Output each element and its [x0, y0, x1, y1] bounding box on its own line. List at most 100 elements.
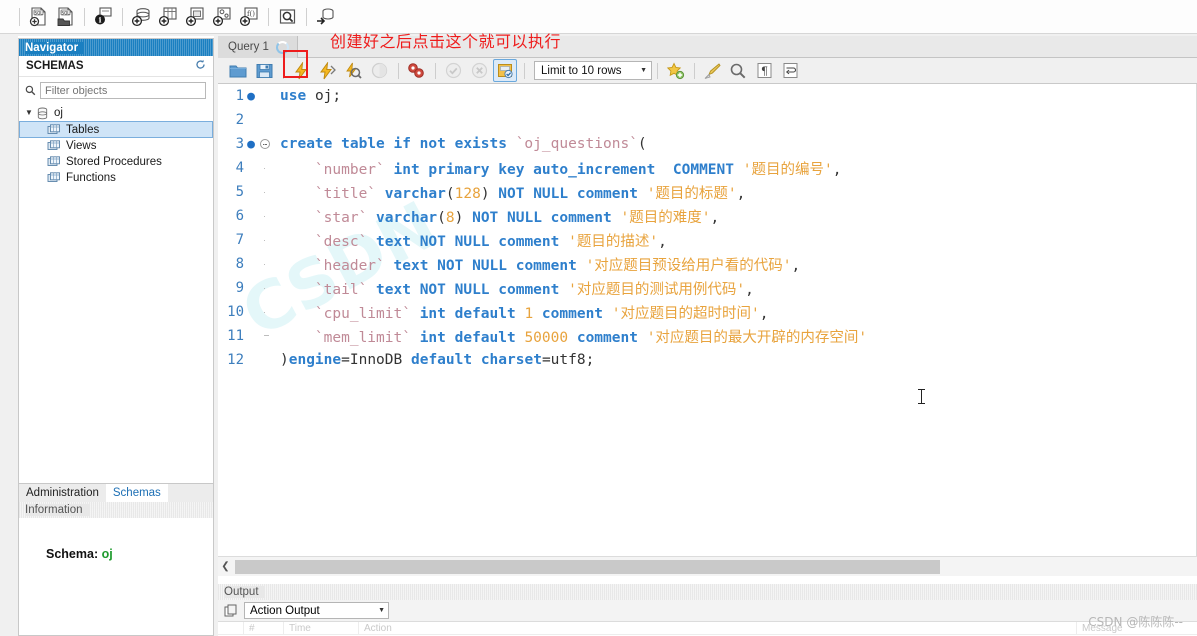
information-panel: Information Schema: oj [18, 502, 214, 636]
code-text: `tail` text NOT NULL comment '对应题目的测试用例代… [274, 278, 754, 299]
find-replace-icon[interactable] [726, 60, 750, 81]
beautify-query-icon[interactable] [700, 60, 724, 81]
refresh-icon[interactable] [195, 59, 206, 73]
scrollbar-thumb[interactable] [235, 559, 940, 574]
stop-execution-icon[interactable] [367, 60, 391, 81]
tab-administration[interactable]: Administration [19, 484, 106, 502]
schema-info-label: Schema: [46, 547, 99, 561]
chevron-down-icon[interactable]: ▼ [25, 109, 36, 117]
code-token: '对应题目的超时时间' [611, 305, 760, 322]
save-script-icon[interactable] [252, 60, 276, 81]
code-token: ) [454, 209, 473, 226]
toolbar-separator [524, 62, 525, 79]
code-line: 7 `desc` text NOT NULL comment '题目的描述', [218, 228, 1196, 252]
annotation-highlight-box [283, 50, 308, 78]
explain-query-icon[interactable] [341, 60, 365, 81]
filter-objects-input[interactable] [40, 82, 206, 99]
text-cursor [918, 389, 925, 404]
code-text: `mem_limit` int default 50000 comment '对… [274, 326, 867, 347]
new-sql-tab-icon[interactable]: SQL [25, 4, 51, 30]
code-token: '题目的描述' [568, 233, 659, 250]
navigator-bottom-tabs: Administration Schemas [18, 484, 214, 502]
tree-node-stored-procedures[interactable]: Stored Procedures [19, 154, 213, 170]
tree-node-views[interactable]: Views [19, 138, 213, 154]
tree-node-schema-oj[interactable]: ▼ oj [19, 105, 213, 121]
code-token: ( [637, 136, 647, 152]
commit-transaction-icon[interactable] [441, 60, 465, 81]
output-pane-icon [224, 604, 238, 618]
code-text: `title` varchar(128) NOT NULL comment '题… [274, 182, 745, 203]
code-token: '对应题目预设给用户看的代码' [585, 257, 792, 274]
toggle-autocommit-icon[interactable] [493, 59, 517, 82]
new-table-icon[interactable] [155, 4, 181, 30]
fold-guide-line [264, 192, 265, 193]
code-text: use oj; [274, 88, 341, 104]
code-token: int primary key auto_increment [393, 161, 656, 178]
code-token: `header` [314, 257, 385, 274]
new-function-icon[interactable]: f() [236, 4, 262, 30]
tab-label: Schemas [112, 487, 161, 499]
sql-code-editor[interactable]: CSDN 1 ● use oj; 2 3 ● create table if not exi… [218, 84, 1197, 556]
execute-current-statement-icon[interactable] [315, 60, 339, 81]
code-token: text NOT NULL comment [376, 281, 560, 298]
open-script-icon[interactable] [226, 60, 250, 81]
tree-node-label: Views [66, 140, 97, 152]
code-text: `number` int primary key auto_increment … [274, 158, 842, 179]
new-view-icon[interactable] [182, 4, 208, 30]
rollback-transaction-icon[interactable] [467, 60, 491, 81]
code-token: `oj_questions` [515, 136, 638, 152]
code-token: , [759, 305, 769, 322]
tab-schemas[interactable]: Schemas [105, 484, 168, 502]
new-schema-icon[interactable] [128, 4, 154, 30]
line-number: 1 [235, 88, 244, 104]
statement-marker-icon: ● [247, 136, 255, 152]
new-procedure-icon[interactable] [209, 4, 235, 30]
code-token: create table if not exists [280, 136, 516, 152]
folder-icon [47, 172, 61, 184]
code-token: ) [280, 352, 289, 368]
code-token: COMMENT [672, 161, 734, 178]
fold-guide-line [264, 288, 265, 289]
toggle-word-wrap-icon[interactable] [778, 60, 802, 81]
line-number: 4 [235, 160, 244, 176]
search-objects-icon[interactable] [274, 4, 300, 30]
reconnect-server-icon[interactable] [312, 4, 338, 30]
scrollbar-track[interactable] [233, 559, 1197, 574]
window-left-margin [0, 34, 18, 636]
code-text: )engine=InnoDB default charset=utf8; [274, 352, 594, 368]
tree-node-label: Functions [66, 172, 116, 184]
toggle-invisible-chars-icon[interactable]: ¶ [752, 60, 776, 81]
open-sql-script-icon[interactable]: SQL [52, 4, 78, 30]
code-token: , [710, 209, 720, 226]
code-token: ; [585, 352, 595, 368]
fold-collapse-icon[interactable] [260, 139, 270, 149]
output-toolbar: Action Output ▼ [218, 600, 1197, 622]
toggle-stop-on-error-icon[interactable] [404, 60, 428, 81]
save-snippet-icon[interactable] [663, 60, 687, 81]
code-token: 1 [524, 305, 534, 322]
code-token: ( [437, 209, 446, 226]
row-limit-dropdown[interactable]: Limit to 10 rows ▼ [534, 61, 652, 80]
tree-node-tables[interactable]: Tables [19, 121, 213, 138]
filter-objects-row [19, 77, 213, 103]
chevron-left-icon[interactable]: ❮ [218, 561, 233, 572]
tree-node-functions[interactable]: Functions [19, 170, 213, 186]
output-column-header: # [244, 622, 284, 634]
line-number: 10 [227, 304, 244, 320]
output-title-bar: Output [218, 584, 1197, 600]
editor-horizontal-scrollbar[interactable]: ❮ [218, 556, 1197, 576]
output-view-dropdown[interactable]: Action Output ▼ [244, 602, 389, 619]
code-token: varchar [384, 185, 446, 202]
output-grid-header: # Time Action Message [218, 622, 1197, 635]
connect-server-info-icon[interactable]: i [90, 4, 116, 30]
line-number: 5 [235, 184, 244, 200]
code-line: 5 `title` varchar(128) NOT NULL comment … [218, 180, 1196, 204]
code-line: 12)engine=InnoDB default charset=utf8; [218, 348, 1196, 372]
